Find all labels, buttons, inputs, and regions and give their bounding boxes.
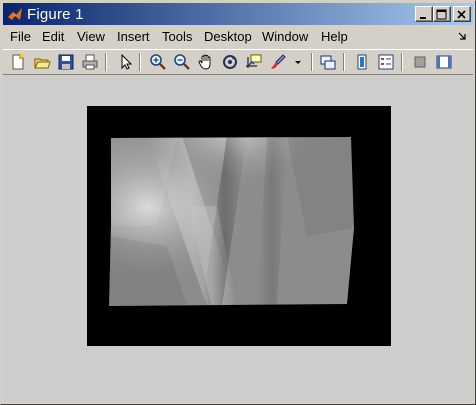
print-button[interactable] (81, 53, 99, 71)
open-file-icon (34, 58, 51, 69)
show-plot-tools-button[interactable] (435, 53, 453, 71)
surface-plot (109, 137, 354, 306)
colorbar-icon (357, 54, 367, 70)
edit-plot-button[interactable] (117, 53, 135, 71)
maximize-icon (436, 9, 447, 20)
figure-window: Figure 1 File Edit View Insert Tools Des… (0, 0, 476, 405)
menu-file[interactable]: File (10, 29, 31, 44)
toolbar-separator (401, 53, 403, 71)
legend-icon (378, 54, 394, 70)
hide-plot-tools-icon (414, 56, 426, 68)
menu-tools[interactable]: Tools (162, 29, 192, 44)
brush-button[interactable] (269, 53, 287, 71)
close-button[interactable] (453, 6, 471, 22)
link-plot-button[interactable] (319, 53, 337, 71)
link-plot-icon (320, 55, 336, 70)
minimize-icon (420, 17, 426, 19)
zoom-out-icon (174, 54, 190, 70)
close-icon (457, 10, 466, 19)
edit-plot-arrow-icon (121, 53, 133, 70)
toolbar-separator (343, 53, 345, 71)
show-plot-tools-icon (436, 55, 452, 69)
window-title: Figure 1 (27, 6, 84, 23)
minimize-button[interactable] (415, 6, 433, 22)
menu-edit[interactable]: Edit (42, 29, 64, 44)
data-cursor-button[interactable] (245, 53, 263, 71)
title-bar[interactable]: Figure 1 (3, 3, 473, 25)
axes[interactable] (87, 106, 391, 346)
data-cursor-icon (246, 54, 262, 68)
menu-bar: File Edit View Insert Tools Desktop Wind… (3, 26, 473, 48)
rotate-3d-icon (223, 55, 237, 69)
dock-arrow-icon[interactable] (457, 31, 467, 41)
menu-desktop[interactable]: Desktop (204, 29, 252, 44)
pan-button[interactable] (197, 53, 215, 71)
toolbar-separator (311, 53, 313, 71)
toolbar-separator (105, 53, 107, 71)
brush-icon (271, 54, 286, 69)
toolbar-separator (139, 53, 141, 71)
pan-hand-icon (198, 54, 211, 70)
open-file-button[interactable] (33, 53, 51, 71)
menu-insert[interactable]: Insert (117, 29, 150, 44)
print-icon (82, 54, 98, 70)
matlab-logo-icon (8, 8, 22, 20)
brush-dropdown-button[interactable] (293, 53, 303, 71)
maximize-button[interactable] (433, 6, 451, 22)
save-icon (58, 54, 74, 70)
hide-plot-tools-button[interactable] (411, 53, 429, 71)
rotate-3d-button[interactable] (221, 53, 239, 71)
surface-patch (109, 137, 354, 306)
menu-window[interactable]: Window (262, 29, 308, 44)
zoom-in-icon (150, 54, 166, 70)
figure-toolbar (3, 49, 473, 75)
zoom-out-button[interactable] (173, 53, 191, 71)
save-button[interactable] (57, 53, 75, 71)
new-figure-button[interactable] (9, 53, 27, 71)
legend-button[interactable] (377, 53, 395, 71)
brush-dropdown-icon (295, 61, 301, 64)
menu-help[interactable]: Help (321, 29, 348, 44)
colorbar-button[interactable] (353, 53, 371, 71)
menu-view[interactable]: View (77, 29, 105, 44)
new-figure-icon (12, 54, 24, 70)
zoom-in-button[interactable] (149, 53, 167, 71)
figure-canvas (3, 76, 473, 402)
